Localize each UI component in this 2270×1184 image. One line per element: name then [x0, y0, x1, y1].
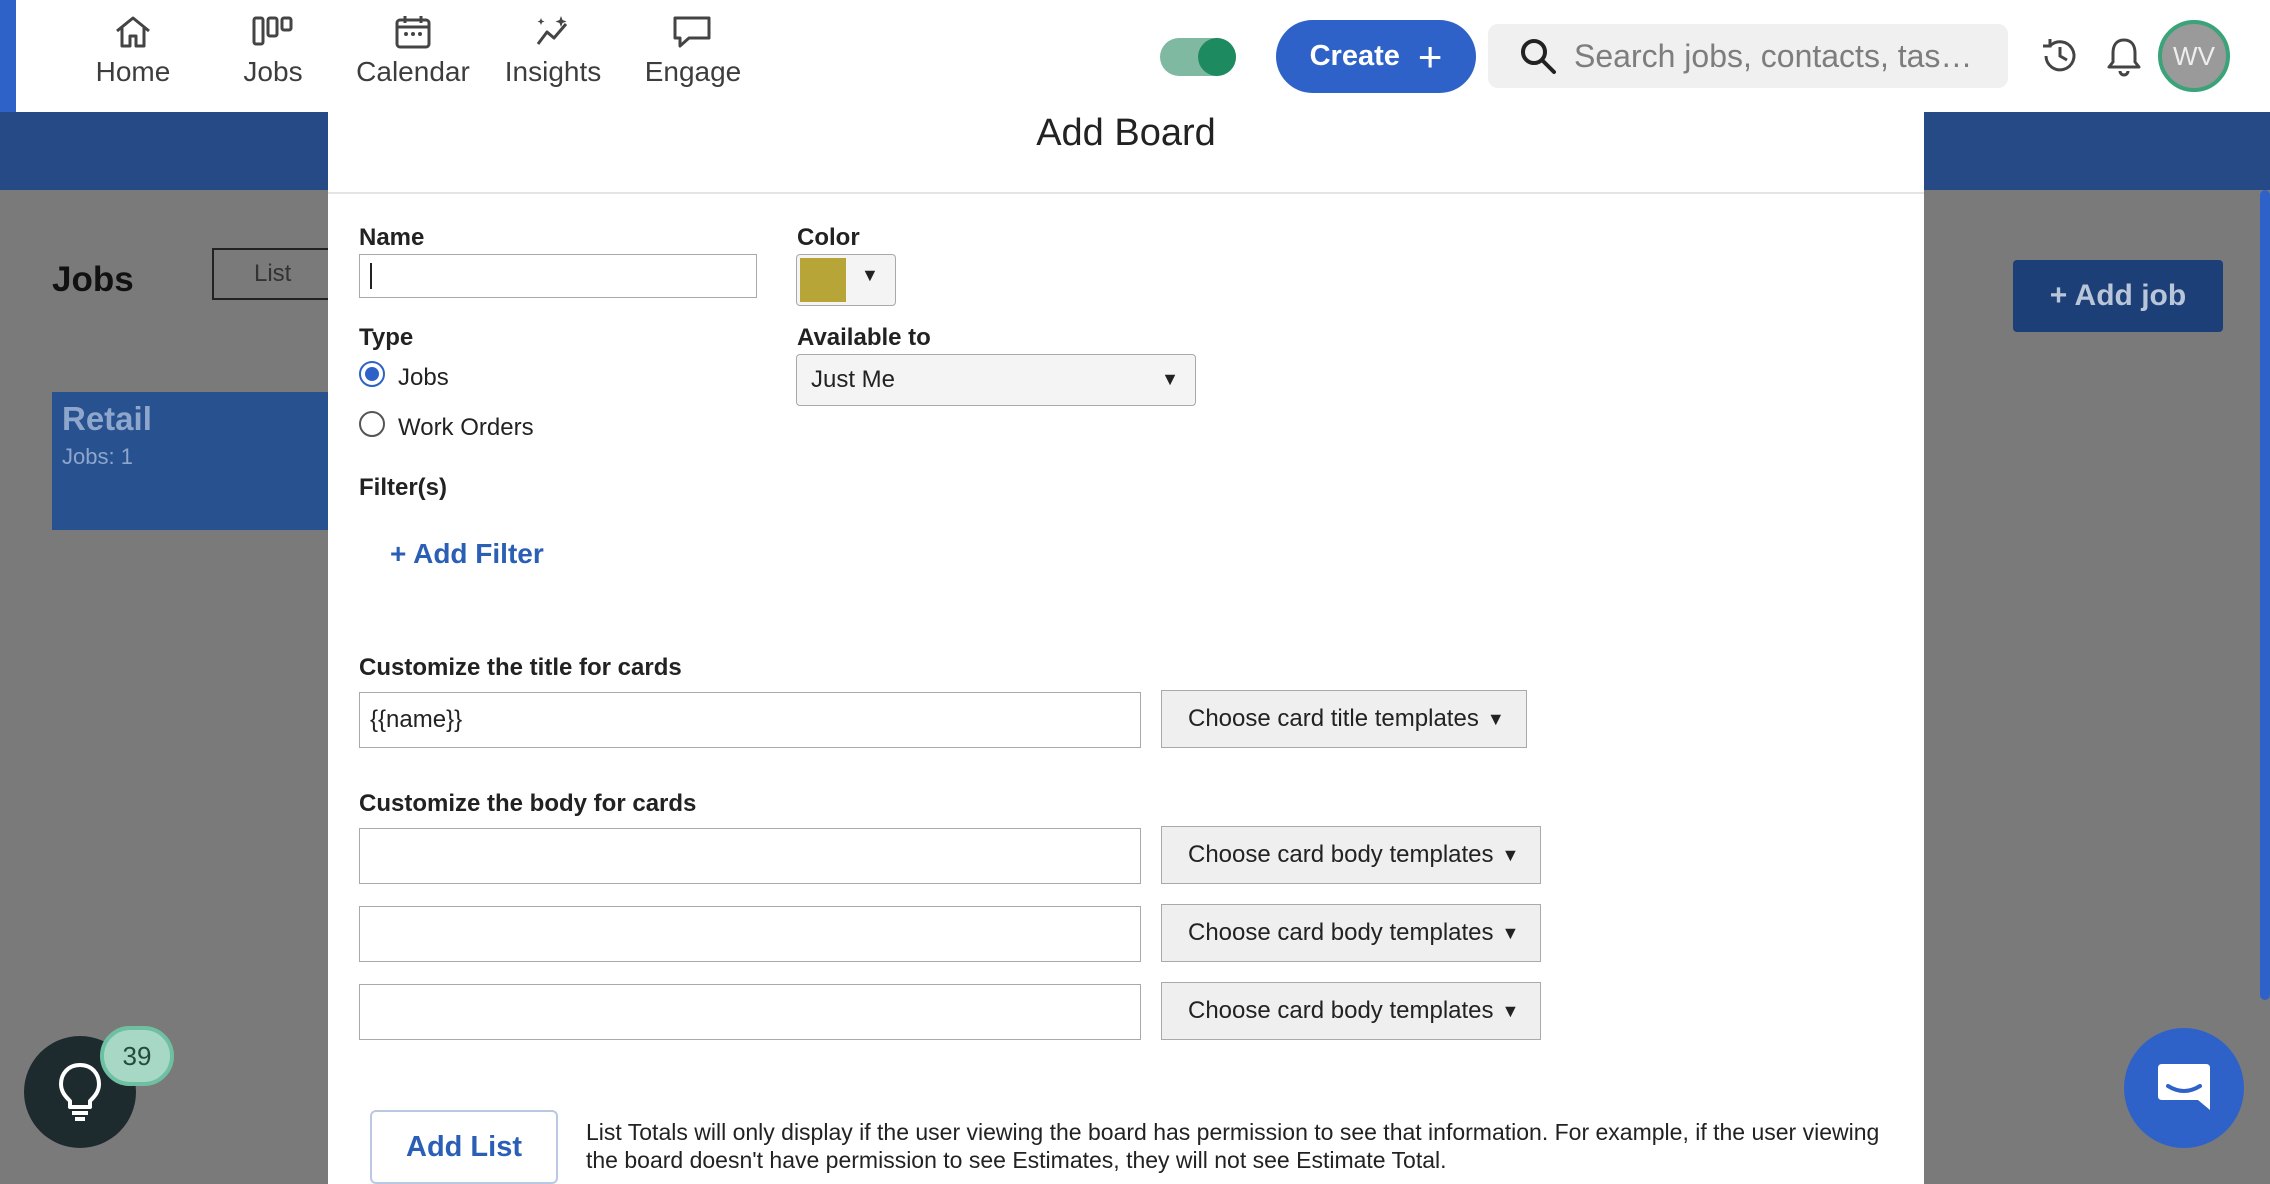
caret-down-icon: ▼ [1501, 922, 1520, 943]
card-body-template-button-3[interactable]: Choose card body templates ▼ [1161, 982, 1541, 1040]
card-title-label: Customize the title for cards [359, 654, 682, 681]
nav-calendar[interactable]: Calendar [348, 14, 478, 104]
name-label: Name [359, 224, 425, 251]
card-body-template-label-3: Choose card body templates [1188, 997, 1494, 1024]
nav-jobs[interactable]: Jobs [208, 14, 338, 104]
card-title-value: {{name}} [370, 706, 463, 733]
modal-divider [328, 192, 1924, 194]
caret-down-icon: ▼ [1161, 369, 1179, 389]
color-swatch [800, 258, 846, 302]
nav-home[interactable]: Home [68, 14, 198, 104]
board-card-count: Jobs: 1 [62, 444, 133, 469]
add-board-modal: Add Board Name Color ▼ Type Jobs Work Or… [328, 112, 1924, 1184]
feature-toggle[interactable] [1160, 38, 1236, 76]
page-title: Jobs [52, 260, 134, 299]
nav-jobs-label: Jobs [243, 56, 303, 87]
color-picker[interactable]: ▼ [796, 254, 896, 306]
create-button-label: Create [1309, 40, 1400, 72]
jobs-board-icon [252, 16, 293, 46]
type-radio-jobs-label: Jobs [398, 364, 449, 391]
avatar[interactable]: WV [2158, 20, 2230, 92]
caret-down-icon: ▼ [1501, 1000, 1520, 1021]
caret-down-icon: ▼ [1486, 708, 1505, 729]
type-label: Type [359, 324, 414, 351]
nav-engage-label: Engage [644, 56, 742, 87]
global-search[interactable]: Search jobs, contacts, tas… [1488, 24, 2008, 88]
create-button[interactable]: Create + [1276, 20, 1476, 93]
color-label: Color [797, 224, 860, 251]
card-body-field-3[interactable] [359, 984, 1141, 1040]
list-totals-note: List Totals will only display if the use… [586, 1119, 1880, 1173]
modal-title: Add Board [1036, 112, 1216, 154]
card-title-template-label: Choose card title templates [1188, 705, 1479, 732]
history-icon[interactable] [2038, 34, 2082, 78]
card-title-template-button[interactable]: Choose card title templates ▼ [1161, 690, 1527, 748]
search-icon [1521, 39, 1556, 74]
card-body-field-1[interactable] [359, 828, 1141, 884]
nav-insights[interactable]: Insights [488, 14, 618, 104]
filters-label: Filter(s) [359, 474, 448, 501]
bell-icon[interactable] [2104, 34, 2144, 78]
nav-calendar-label: Calendar [356, 56, 470, 87]
nav-engage[interactable]: Engage [628, 14, 758, 104]
left-accent-bar [0, 0, 16, 112]
available-to-label: Available to [797, 324, 931, 351]
available-to-select[interactable]: Just Me ▼ [796, 354, 1196, 406]
add-list-button[interactable]: Add List [370, 1110, 558, 1184]
home-icon [116, 16, 150, 48]
type-radio-work-orders[interactable] [359, 411, 385, 437]
page-scrollbar[interactable] [2260, 190, 2270, 1000]
nav-home-label: Home [95, 56, 171, 87]
search-input[interactable]: Search jobs, contacts, tas… [1574, 38, 1994, 75]
card-title-field[interactable]: {{name}} [359, 692, 1141, 748]
lightbulb-icon [59, 1063, 101, 1121]
board-card-title: Retail [62, 400, 152, 437]
chat-launcher-button[interactable] [2124, 1028, 2244, 1148]
card-body-template-label-1: Choose card body templates [1188, 841, 1494, 868]
toggle-knob [1198, 38, 1236, 76]
nav-insights-label: Insights [504, 56, 602, 87]
type-radio-work-orders-label: Work Orders [398, 414, 534, 441]
board-card-retail[interactable]: Retail Jobs: 1 [52, 392, 352, 530]
list-view-button[interactable]: List [212, 248, 342, 300]
card-body-field-2[interactable] [359, 906, 1141, 962]
card-body-template-button-1[interactable]: Choose card body templates ▼ [1161, 826, 1541, 884]
chat-icon [2158, 1064, 2210, 1110]
plus-icon: + [1417, 32, 1443, 80]
available-to-value: Just Me [811, 366, 896, 393]
card-body-template-button-2[interactable]: Choose card body templates ▼ [1161, 904, 1541, 962]
top-navigation: Home Jobs Calendar Insights Engage Creat… [0, 0, 2270, 112]
card-body-label: Customize the body for cards [359, 790, 697, 817]
caret-down-icon: ▼ [1501, 844, 1520, 865]
name-field[interactable] [359, 254, 757, 298]
card-body-template-label-2: Choose card body templates [1188, 919, 1494, 946]
caret-down-icon: ▼ [861, 265, 879, 285]
add-job-button[interactable]: + Add job [2013, 260, 2223, 332]
insights-icon [536, 16, 568, 45]
text-cursor [370, 263, 372, 289]
calendar-icon [395, 16, 431, 49]
tips-count-badge: 39 [100, 1026, 174, 1086]
add-filter-link[interactable]: + Add Filter [390, 538, 544, 570]
chat-bubble-icon [673, 16, 711, 48]
type-radio-jobs[interactable] [359, 361, 385, 387]
